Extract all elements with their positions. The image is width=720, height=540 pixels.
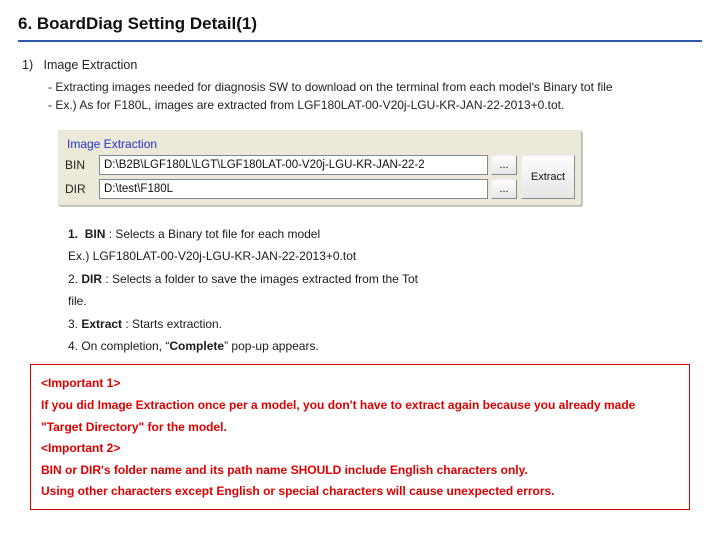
important-1-header: <Important 1> [41,373,679,395]
section-heading-text: Image Extraction [44,58,138,72]
step-2-text: : Selects a folder to save the images ex… [102,272,418,286]
important-1-line-2: "Target Directory" for the model. [41,417,679,439]
step-2: 2. DIR : Selects a folder to save the im… [68,269,702,289]
section-desc-1: - Extracting images needed for diagnosis… [48,80,702,94]
step-3-text: : Starts extraction. [122,317,222,331]
image-extraction-panel: Image Extraction BIN ... DIR ... Extract [58,130,582,206]
bin-label: BIN [65,158,99,172]
step-3-num: 3. [68,317,81,331]
step-4: 4. On completion, “Complete” pop-up appe… [68,336,702,356]
important-2-line-2: Using other characters except English or… [41,481,679,503]
step-1-text: : Selects a Binary tot file for each mod… [105,227,320,241]
bin-browse-button[interactable]: ... [491,155,517,175]
important-2-line-1: BIN or DIR's folder name and its path na… [41,460,679,482]
step-1-example: Ex.) LGF180LAT-00-V20j-LGU-KR-JAN-22-201… [68,246,702,266]
dir-input[interactable] [99,179,488,199]
dir-browse-button[interactable]: ... [491,179,517,199]
bin-input[interactable] [99,155,488,175]
page-title: 6. BoardDiag Setting Detail(1) [18,14,702,42]
step-2-tail: file. [68,291,702,311]
important-box: <Important 1> If you did Image Extractio… [30,364,690,510]
step-4-post: ” pop-up appears. [224,339,319,353]
step-3: 3. Extract : Starts extraction. [68,314,702,334]
step-2-num: 2. [68,272,81,286]
extract-button[interactable]: Extract [521,155,575,199]
important-1-line-1: If you did Image Extraction once per a m… [41,395,679,417]
dir-label: DIR [65,182,99,196]
section-number: 1) [22,58,33,72]
step-4-pre: 4. On completion, “ [68,339,169,353]
step-1-key: BIN [85,227,106,241]
important-2-header: <Important 2> [41,438,679,460]
step-1-num: 1. [68,227,78,241]
panel-group-title: Image Extraction [65,135,575,155]
step-1: 1. BIN : Selects a Binary tot file for e… [68,224,702,244]
step-3-key: Extract [81,317,122,331]
step-2-key: DIR [81,272,102,286]
step-4-key: Complete [169,339,224,353]
section-heading: 1) Image Extraction [22,58,702,72]
section-desc-2: - Ex.) As for F180L, images are extracte… [48,98,702,112]
